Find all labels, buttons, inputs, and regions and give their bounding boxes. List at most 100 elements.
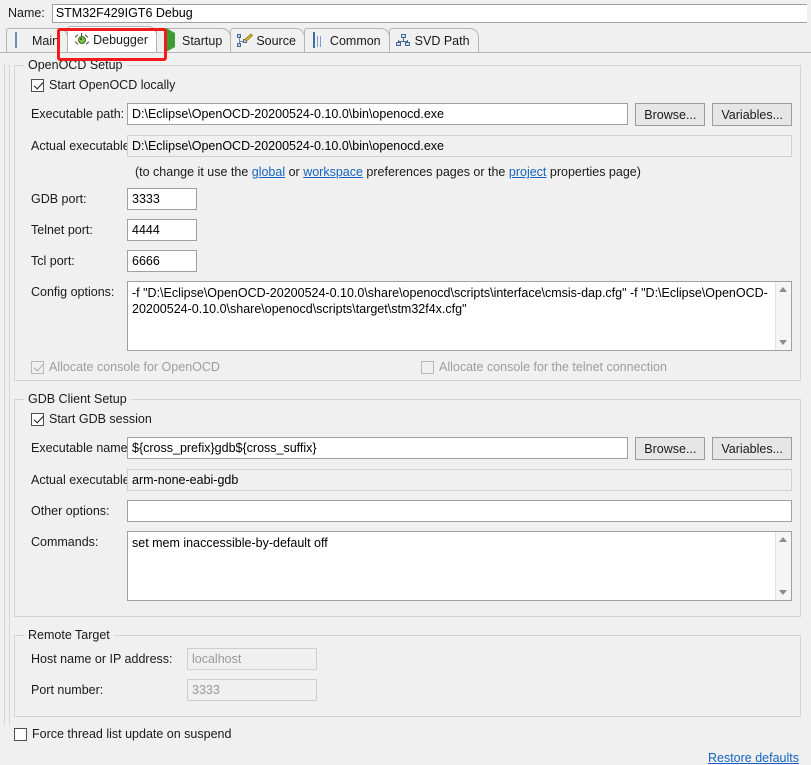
- telnet-port-row: Telnet port:: [23, 219, 792, 241]
- gdb-variables-button[interactable]: Variables...: [712, 437, 792, 460]
- executable-path-row: Executable path: Browse... Variables...: [23, 103, 792, 126]
- start-openocd-locally-label: Start OpenOCD locally: [49, 78, 176, 92]
- config-options-row: Config options: -f "D:\Eclipse\OpenOCD-2…: [23, 281, 792, 351]
- openocd-actual-executable-field: [127, 135, 792, 157]
- actual-executable-label: Actual executable:: [31, 139, 134, 153]
- scroll-up-icon[interactable]: [779, 287, 787, 292]
- name-label: Name:: [8, 6, 45, 20]
- config-options-scrollbar[interactable]: [775, 282, 791, 350]
- allocate-console-telnet-row: Allocate console for the telnet connecti…: [421, 360, 667, 374]
- scroll-down-icon[interactable]: [779, 590, 787, 595]
- tab-source-label: Source: [256, 33, 296, 48]
- hint-mid2: preferences pages or the: [362, 165, 509, 179]
- openocd-executable-path-input[interactable]: [127, 103, 629, 125]
- tab-common[interactable]: Common: [303, 28, 390, 52]
- tcl-port-row: Tcl port:: [23, 250, 792, 272]
- gdb-other-options-input[interactable]: [127, 500, 792, 522]
- gdb-commands-textarea-wrapper: set mem inaccessible-by-default off: [127, 531, 792, 601]
- tab-svd-path[interactable]: SVD Path: [388, 28, 479, 52]
- tcl-port-input[interactable]: [127, 250, 197, 272]
- config-options-label: Config options:: [31, 285, 115, 299]
- allocate-console-telnet-label: Allocate console for the telnet connecti…: [439, 360, 667, 374]
- left-rail: [0, 65, 10, 725]
- hint-prefix: (to change it use the: [135, 165, 252, 179]
- openocd-browse-button[interactable]: Browse...: [635, 103, 706, 126]
- force-thread-list-row[interactable]: Force thread list update on suspend: [0, 727, 811, 741]
- table-icon: [311, 32, 326, 48]
- remote-target-group: Remote Target Host name or IP address: P…: [14, 628, 801, 717]
- executable-path-label: Executable path:: [31, 107, 125, 121]
- hierarchy-icon: [395, 33, 411, 48]
- gdb-executable-name-row: Executable name: Browse... Variables...: [23, 437, 792, 460]
- allocate-console-openocd-checkbox: [31, 360, 44, 374]
- host-name-input: [187, 648, 317, 670]
- tcl-port-label: Tcl port:: [31, 254, 75, 268]
- openocd-setup-group: OpenOCD Setup Start OpenOCD locally Exec…: [14, 58, 801, 381]
- start-gdb-session-row[interactable]: Start GDB session: [23, 412, 792, 426]
- allocate-console-telnet-checkbox: [421, 360, 434, 374]
- bug-icon: [74, 32, 89, 47]
- workspace-preferences-link[interactable]: workspace: [303, 165, 363, 179]
- tab-bar: Main Debugger Startup Source Common SVD …: [0, 26, 811, 53]
- tab-startup[interactable]: Startup: [156, 28, 232, 52]
- config-options-textarea[interactable]: -f "D:\Eclipse\OpenOCD-20200524-0.10.0\s…: [128, 282, 791, 350]
- gdb-port-input[interactable]: [127, 188, 197, 210]
- scroll-up-icon[interactable]: [779, 537, 787, 542]
- force-thread-list-checkbox[interactable]: [14, 727, 27, 741]
- hint-mid1: or: [285, 165, 304, 179]
- tab-common-label: Common: [329, 33, 381, 48]
- tab-debugger-label: Debugger: [93, 32, 148, 47]
- allocate-console-openocd-label: Allocate console for OpenOCD: [49, 360, 220, 374]
- debugger-tab-panel: OpenOCD Setup Start OpenOCD locally Exec…: [0, 58, 811, 765]
- gdb-commands-label: Commands:: [31, 535, 99, 549]
- telnet-port-label: Telnet port:: [31, 223, 93, 237]
- gdb-port-label: GDB port:: [31, 192, 87, 206]
- port-number-input: [187, 679, 317, 701]
- tab-source[interactable]: Source: [230, 28, 305, 52]
- gdb-client-setup-group: GDB Client Setup Start GDB session Execu…: [14, 392, 801, 617]
- config-options-textarea-wrapper: -f "D:\Eclipse\OpenOCD-20200524-0.10.0\s…: [127, 281, 792, 351]
- gdb-actual-executable-label: Actual executable:: [31, 473, 134, 487]
- tab-main[interactable]: Main: [6, 28, 69, 52]
- gdb-actual-executable-row: Actual executable:: [23, 469, 792, 491]
- gdb-commands-textarea[interactable]: set mem inaccessible-by-default off: [128, 532, 791, 600]
- gdb-client-setup-legend: GDB Client Setup: [24, 392, 131, 406]
- allocate-console-openocd-row: Allocate console for OpenOCD: [31, 360, 421, 374]
- gdb-actual-executable-field: [127, 469, 792, 491]
- preferences-hint: (to change it use the global or workspac…: [23, 165, 792, 179]
- tab-main-label: Main: [32, 33, 60, 48]
- allocate-console-row: Allocate console for OpenOCD Allocate co…: [23, 360, 792, 374]
- gdb-other-options-label: Other options:: [31, 504, 110, 518]
- start-openocd-locally-checkbox[interactable]: [31, 78, 44, 92]
- host-name-label: Host name or IP address:: [31, 652, 173, 666]
- gdb-port-row: GDB port:: [23, 188, 792, 210]
- start-gdb-session-label: Start GDB session: [49, 412, 152, 426]
- hint-suffix: properties page): [546, 165, 641, 179]
- tab-svd-path-label: SVD Path: [414, 33, 470, 48]
- configuration-name-input[interactable]: [51, 3, 807, 23]
- start-openocd-locally-row[interactable]: Start OpenOCD locally: [23, 78, 792, 92]
- restore-defaults-row: Restore defaults: [0, 751, 811, 765]
- gdb-executable-name-label: Executable name:: [31, 441, 132, 455]
- start-gdb-session-checkbox[interactable]: [31, 412, 44, 426]
- openocd-variables-button[interactable]: Variables...: [712, 103, 792, 126]
- port-number-label: Port number:: [31, 683, 104, 697]
- remote-target-legend: Remote Target: [24, 628, 114, 642]
- host-name-row: Host name or IP address:: [23, 648, 792, 670]
- scroll-down-icon[interactable]: [779, 340, 787, 345]
- telnet-port-input[interactable]: [127, 219, 197, 241]
- restore-defaults-link[interactable]: Restore defaults: [708, 751, 799, 765]
- global-preferences-link[interactable]: global: [252, 165, 285, 179]
- name-row: Name:: [0, 0, 811, 26]
- gdb-commands-scrollbar[interactable]: [775, 532, 791, 600]
- play-icon: [163, 28, 178, 52]
- tab-debugger[interactable]: Debugger: [67, 26, 157, 52]
- force-thread-list-label: Force thread list update on suspend: [32, 727, 232, 741]
- openocd-setup-legend: OpenOCD Setup: [24, 58, 127, 72]
- project-properties-link[interactable]: project: [509, 165, 547, 179]
- actual-executable-row: Actual executable:: [23, 135, 792, 157]
- gdb-browse-button[interactable]: Browse...: [635, 437, 706, 460]
- port-number-row: Port number:: [23, 679, 792, 701]
- gdb-executable-name-input[interactable]: [127, 437, 629, 459]
- tab-startup-label: Startup: [182, 33, 223, 48]
